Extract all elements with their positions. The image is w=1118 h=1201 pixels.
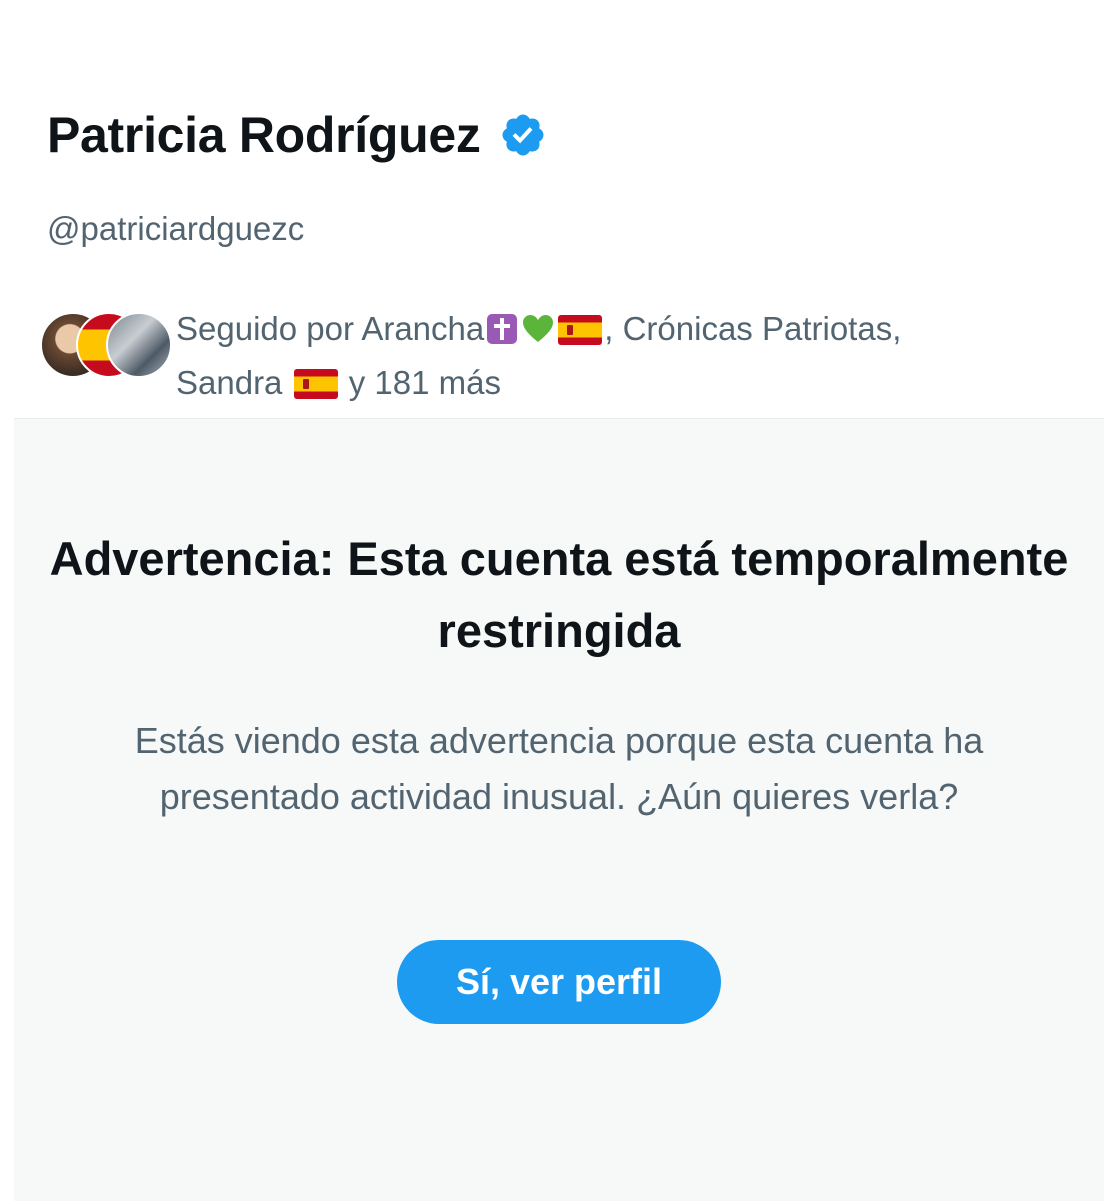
name-row: Patricia Rodríguez [47, 110, 547, 160]
followed-separator: , [604, 310, 623, 347]
verified-badge-icon[interactable] [499, 111, 547, 159]
avatar[interactable] [106, 312, 172, 378]
latin-cross-icon [486, 309, 518, 358]
spain-flag-icon [558, 309, 603, 358]
spain-flag-icon [293, 363, 338, 412]
view-profile-button[interactable]: Sí, ver perfil [397, 940, 721, 1024]
display-name: Patricia Rodríguez [47, 107, 481, 163]
followed-prefix: Seguido por [176, 310, 362, 347]
followed-by-text[interactable]: Seguido por Arancha, Crónicas Patriotas,… [176, 304, 1076, 412]
follower-name: Sandra [176, 364, 283, 401]
followed-suffix: y 181 más [339, 364, 502, 401]
green-heart-icon [522, 309, 554, 358]
follower-name: Crónicas Patriotas, [622, 310, 902, 347]
profile-header: Patricia Rodríguez @patriciardguezc Segu… [0, 0, 1118, 418]
follower-name: Arancha [361, 310, 485, 347]
follower-avatars[interactable] [40, 312, 172, 378]
profile-handle: @patriciardguezc [47, 210, 305, 247]
restricted-account-warning: Advertencia: Esta cuenta está temporalme… [14, 418, 1104, 1201]
warning-title: Advertencia: Esta cuenta está temporalme… [49, 532, 1069, 657]
warning-body: Estás viendo esta advertencia porque est… [134, 720, 984, 817]
followed-by[interactable]: Seguido por Arancha, Crónicas Patriotas,… [40, 300, 1100, 401]
